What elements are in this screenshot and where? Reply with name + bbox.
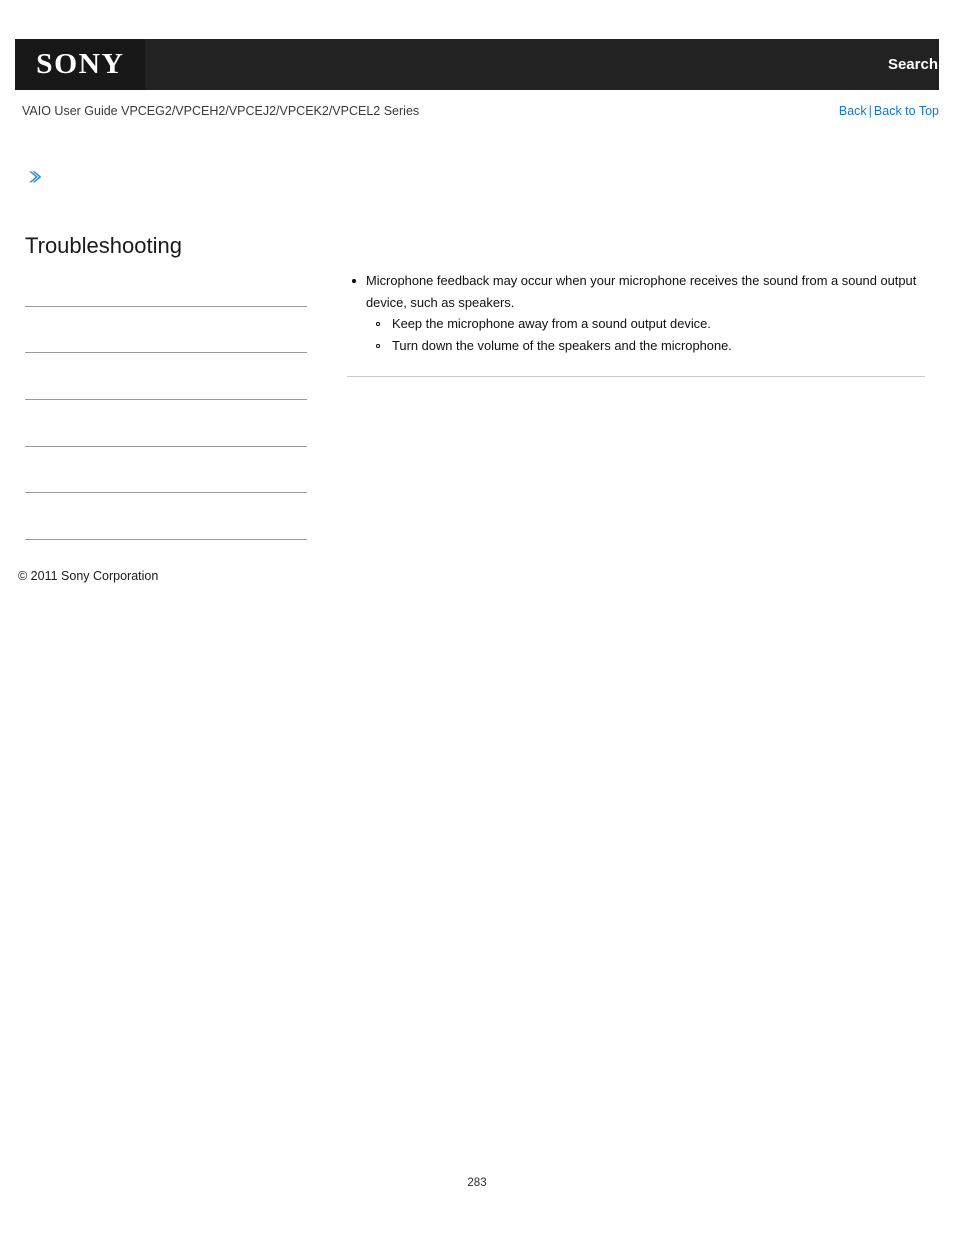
tip-sublist: Keep the microphone away from a sound ou… <box>366 313 925 357</box>
sidebar-item-1[interactable] <box>25 260 307 307</box>
search-label: Search <box>887 56 938 73</box>
chevron-right-icon[interactable] <box>26 168 44 186</box>
sidebar-item-6[interactable] <box>25 493 307 541</box>
page-title: Troubleshooting <box>25 233 182 258</box>
search-button[interactable]: Search <box>888 39 938 90</box>
subheader: VAIO User Guide VPCEG2/VPCEH2/VPCEJ2/VPC… <box>0 101 954 123</box>
sidebar-nav-list <box>25 260 307 541</box>
copyright-notice: © 2011 Sony Corporation <box>18 569 159 583</box>
content-divider <box>347 376 925 377</box>
back-link[interactable]: Back <box>839 104 867 118</box>
site-header: SONY Search <box>15 39 939 90</box>
nav-separator: | <box>868 104 872 118</box>
sidebar-item-5[interactable] <box>25 447 307 494</box>
main-content: Microphone feedback may occur when your … <box>347 270 925 357</box>
sony-logo-text: SONY <box>35 48 125 80</box>
page-number: 283 <box>467 1177 487 1189</box>
header-nav-links: Back | Back to Top <box>839 101 939 121</box>
tip-text: Microphone feedback may occur when your … <box>366 273 917 310</box>
sidebar-item-4[interactable] <box>25 400 307 447</box>
tip-item: Microphone feedback may occur when your … <box>347 270 925 357</box>
sidebar-item-3[interactable] <box>25 353 307 401</box>
sidebar-item-2[interactable] <box>25 307 307 354</box>
guide-title: VAIO User Guide VPCEG2/VPCEH2/VPCEJ2/VPC… <box>22 104 420 118</box>
sidebar: Troubleshooting <box>25 168 307 541</box>
sony-logo[interactable]: SONY <box>15 39 145 90</box>
back-to-top-link[interactable]: Back to Top <box>874 104 939 118</box>
tip-subitem: Keep the microphone away from a sound ou… <box>371 313 925 335</box>
tip-subitem: Turn down the volume of the speakers and… <box>371 335 925 357</box>
tip-list: Microphone feedback may occur when your … <box>347 270 925 357</box>
